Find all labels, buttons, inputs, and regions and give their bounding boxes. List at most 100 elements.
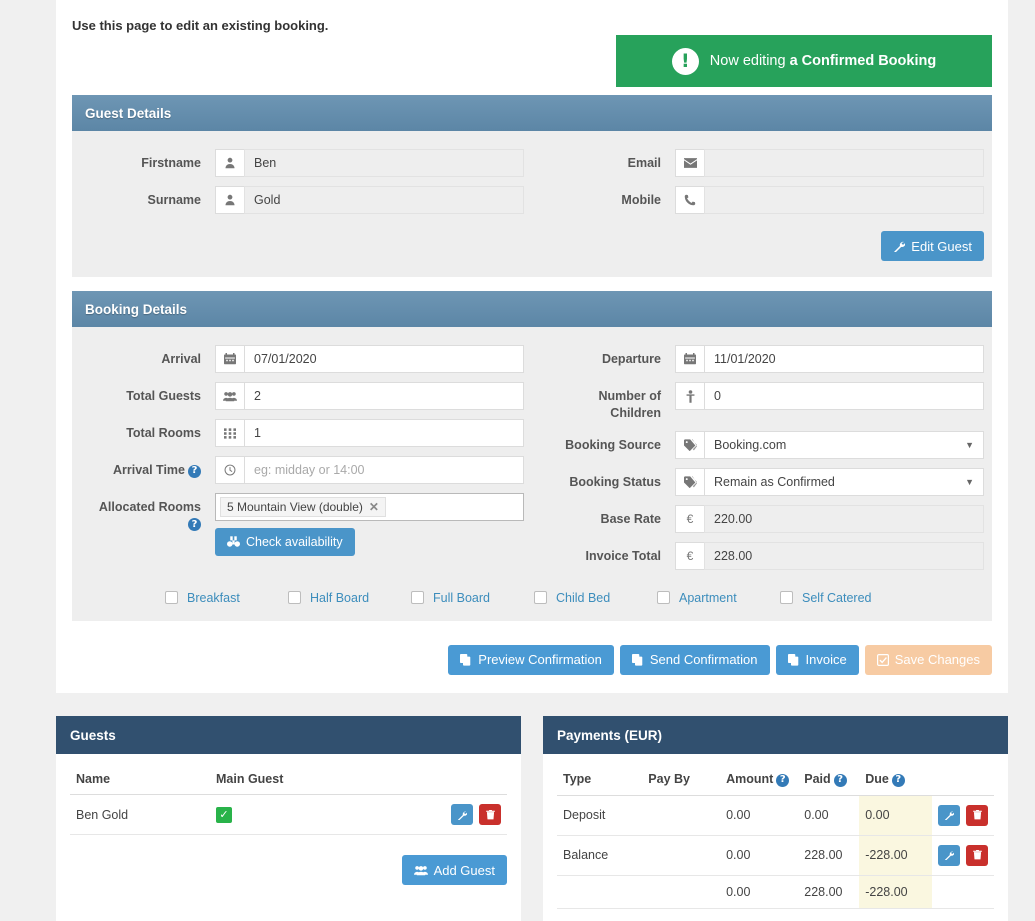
tag-icon [675, 467, 704, 496]
child-icon [675, 382, 704, 410]
checkbox-full-board[interactable] [411, 591, 424, 605]
banner-emphasis: a Confirmed Booking [789, 53, 937, 69]
email-label: Email [627, 156, 661, 170]
help-icon[interactable]: ? [776, 773, 790, 787]
delete-payment-row-button[interactable] [966, 804, 988, 826]
checkbox-self-catered[interactable] [780, 591, 793, 605]
table-row: Ben Gold ✓ [70, 794, 507, 835]
email-field[interactable] [704, 149, 984, 177]
base-rate-field[interactable]: 220.00 [704, 504, 984, 533]
euro-icon: € [675, 541, 704, 570]
edit-guest-label: Edit Guest [911, 238, 972, 254]
copy-icon [631, 653, 644, 666]
guest-details-heading: Guest Details [72, 95, 992, 131]
surname-field[interactable]: Gold [244, 186, 524, 214]
firstname-row: Firstname Ben [80, 149, 524, 177]
payments-col-paid-text: Paid [804, 772, 831, 786]
edit-payment-row-button[interactable] [937, 804, 960, 826]
check-square-icon [876, 653, 889, 666]
payment-amount-cell: 0.00 [720, 875, 799, 909]
option-breakfast-label: Breakfast [187, 590, 240, 605]
add-guest-button[interactable]: Add Guest [401, 855, 507, 885]
payment-due-cell: 0.00 [859, 795, 932, 836]
banner-prefix: Now editing [709, 53, 790, 69]
invoice-total-row: Invoice Total € 228.00 [540, 541, 984, 570]
remove-token-icon[interactable]: ✕ [369, 500, 379, 514]
option-apartment[interactable]: Apartment [657, 591, 780, 605]
guests-panel-footer: Add Guest [56, 847, 521, 885]
help-icon[interactable]: ? [891, 773, 905, 787]
arrival-time-row: Arrival Time? eg: midday or 14:00 [80, 456, 524, 484]
payment-actions-cell [931, 875, 994, 909]
payment-type-cell: Deposit [557, 795, 643, 836]
payment-pay-by-cell [642, 875, 721, 909]
booking-status-row: Booking Status Remain as Confirmed ▼ [540, 467, 984, 496]
guest-details-body: Firstname Ben Surname Gold Email Mobile … [72, 131, 992, 277]
arrival-label: Arrival [161, 352, 201, 366]
allocated-room-token[interactable]: 5 Mountain View (double) ✕ [220, 497, 386, 517]
total-guests-field[interactable]: 2 [244, 382, 524, 410]
exclamation-icon: ! [671, 47, 699, 75]
allocated-room-token-label: 5 Mountain View (double) [227, 500, 363, 514]
guests-panel-heading: Guests [56, 716, 521, 754]
check-icon: ✓ [216, 806, 232, 823]
payments-col-pay-by: Pay By [642, 764, 721, 796]
payment-amount-cell: 0.00 [720, 795, 799, 836]
base-rate-row: Base Rate € 220.00 [540, 504, 984, 533]
edit-guest-row-button[interactable] [450, 804, 473, 825]
firstname-field[interactable]: Ben [244, 149, 524, 177]
payment-type-cell: Balance [557, 835, 643, 876]
booking-source-row: Booking Source Booking.com ▼ [540, 430, 984, 459]
invoice-total-label: Invoice Total [585, 548, 661, 563]
booking-source-select[interactable]: Booking.com ▼ [704, 430, 984, 459]
option-half-board[interactable]: Half Board [288, 591, 411, 605]
option-child-bed[interactable]: Child Bed [534, 591, 657, 605]
allocated-rooms-row: Allocated Rooms? 5 Mountain View (double… [80, 493, 524, 556]
mobile-label: Mobile [621, 193, 661, 207]
mobile-field[interactable] [704, 186, 984, 214]
help-icon[interactable]: ? [833, 773, 847, 787]
bottom-panels: Guests Name Main Guest Ben Gold ✓ Add Gu… [56, 716, 1008, 921]
booking-action-bar: Preview Confirmation Send Confirmation I… [72, 635, 992, 679]
payments-col-amount-text: Amount [726, 772, 774, 786]
group-icon [215, 382, 244, 410]
delete-payment-row-button[interactable] [966, 844, 988, 866]
checkbox-breakfast[interactable] [165, 591, 178, 605]
checkbox-half-board[interactable] [288, 591, 301, 605]
surname-row: Surname Gold [80, 186, 524, 214]
checkbox-child-bed[interactable] [534, 591, 547, 605]
payments-table-header-row: Type Pay By Amount? Paid? Due? [557, 764, 994, 796]
checkbox-apartment[interactable] [657, 591, 670, 605]
total-rooms-field[interactable]: 1 [244, 419, 524, 447]
preview-confirmation-button[interactable]: Preview Confirmation [448, 644, 614, 675]
arrival-time-field[interactable]: eg: midday or 14:00 [244, 456, 524, 484]
send-confirmation-button[interactable]: Send Confirmation [619, 644, 770, 675]
edit-guest-button[interactable]: Edit Guest [881, 231, 984, 261]
invoice-total-field[interactable]: 228.00 [704, 541, 984, 570]
option-self-catered[interactable]: Self Catered [780, 591, 903, 605]
user-icon [215, 149, 244, 177]
allocated-rooms-label: Allocated Rooms? [80, 493, 215, 533]
help-icon[interactable]: ? [188, 518, 201, 532]
edit-payment-row-button[interactable] [937, 844, 960, 866]
booking-status-select[interactable]: Remain as Confirmed ▼ [704, 467, 984, 496]
payments-panel: Payments (EUR) Type Pay By Amount? Paid?… [543, 716, 1008, 921]
booking-source-value: Booking.com [714, 437, 787, 452]
payment-pay-by-cell [642, 795, 721, 836]
arrival-date-field[interactable]: 07/01/2020 [244, 345, 524, 373]
option-breakfast[interactable]: Breakfast [165, 591, 288, 605]
delete-guest-row-button[interactable] [479, 804, 501, 825]
check-availability-button[interactable]: Check availability [215, 528, 355, 556]
guest-actions-cell [427, 794, 507, 835]
preview-confirmation-label: Preview Confirmation [478, 652, 602, 668]
booking-details-left-column: Arrival 07/01/2020 Total Guests 2 Total … [72, 345, 532, 579]
save-changes-button[interactable]: Save Changes [864, 644, 992, 675]
invoice-button[interactable]: Invoice [775, 644, 859, 675]
help-icon[interactable]: ? [188, 464, 201, 478]
euro-icon: € [675, 504, 704, 533]
departure-date-field[interactable]: 11/01/2020 [704, 345, 984, 373]
payment-due-cell: -228.00 [859, 875, 932, 909]
children-field[interactable]: 0 [704, 382, 984, 410]
option-full-board[interactable]: Full Board [411, 591, 534, 605]
allocated-rooms-field[interactable]: 5 Mountain View (double) ✕ [215, 493, 524, 521]
